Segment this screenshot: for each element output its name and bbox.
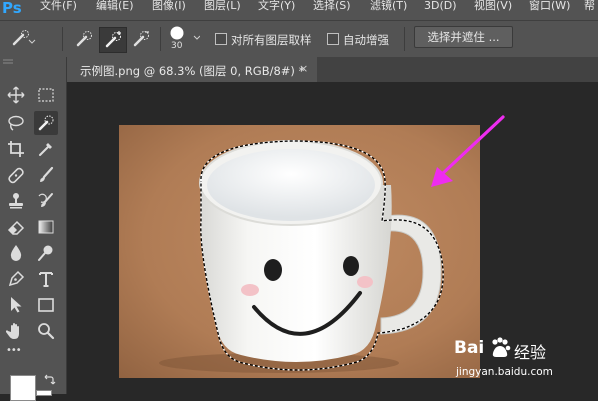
tools-panel: ••• — [0, 57, 67, 401]
mug-left-eye — [264, 259, 282, 281]
pen-tool[interactable] — [4, 267, 28, 291]
brush-icon — [40, 166, 54, 182]
healing-brush-tool[interactable] — [4, 163, 28, 187]
photoshop-logo: Ps — [2, 0, 22, 17]
quick-selection-icon — [12, 30, 36, 46]
gradient-tool[interactable] — [34, 215, 58, 239]
new-selection-button[interactable] — [72, 27, 96, 51]
healing-brush-icon — [8, 167, 24, 184]
clone-stamp-icon — [9, 193, 23, 209]
mug-right-cheek — [357, 276, 373, 288]
zoom-icon — [38, 323, 55, 340]
quick-selection-add-icon — [105, 31, 121, 48]
quick-selection-new-icon — [76, 31, 92, 47]
lasso-icon — [8, 115, 24, 131]
crop-tool[interactable] — [4, 137, 28, 161]
watermark-url: jingyan.baidu.com — [456, 366, 553, 378]
baidu-paw-icon — [492, 337, 511, 357]
background-color-swatch[interactable] — [36, 390, 52, 396]
document-tab-title: 示例图.png @ 68.3% (图层 0, RGB/8#) * — [80, 64, 305, 78]
quick-selection-tool[interactable] — [34, 111, 58, 135]
marquee-icon — [38, 88, 54, 102]
menu-image[interactable]: 图像(I) — [152, 0, 186, 12]
pen-icon — [8, 270, 25, 287]
separator — [160, 27, 161, 51]
marquee-tool[interactable] — [34, 83, 58, 107]
sample-all-layers-checkbox[interactable] — [215, 33, 227, 45]
hand-tool[interactable] — [4, 319, 28, 343]
brush-tool[interactable] — [34, 163, 58, 187]
mug-right-eye — [343, 256, 359, 276]
document-tab-bar: 示例图.png @ 68.3% (图层 0, RGB/8#) * × — [67, 57, 598, 82]
path-selection-tool[interactable] — [4, 293, 28, 317]
hand-icon — [6, 323, 19, 339]
move-tool[interactable] — [4, 83, 28, 107]
panel-collapse-icon[interactable] — [2, 59, 14, 65]
blur-tool[interactable] — [4, 241, 28, 265]
auto-enhance-label: 自动增强 — [343, 33, 389, 47]
add-to-selection-button[interactable] — [99, 27, 127, 53]
dodge-tool[interactable] — [34, 241, 58, 265]
move-icon — [7, 86, 25, 104]
foreground-color-swatch[interactable] — [10, 375, 36, 401]
quick-selection-icon — [38, 115, 54, 131]
brush-size-value: 30 — [171, 41, 183, 51]
dodge-icon — [38, 245, 53, 261]
history-brush-icon — [38, 193, 53, 207]
quick-selection-subtract-icon — [133, 31, 149, 47]
tool-preset-picker[interactable] — [10, 29, 36, 49]
separator — [62, 27, 63, 51]
menu-filter[interactable]: 滤镜(T) — [370, 0, 407, 12]
lasso-tool[interactable] — [4, 111, 28, 135]
swap-colors-icon[interactable] — [42, 373, 56, 387]
separator — [404, 27, 405, 51]
document-tab[interactable]: 示例图.png @ 68.3% (图层 0, RGB/8#) * × — [67, 57, 317, 82]
eyedropper-icon — [39, 143, 52, 156]
rectangle-tool[interactable] — [34, 293, 58, 317]
eraser-icon — [7, 220, 25, 235]
mug-left-cheek — [241, 284, 259, 296]
path-selection-icon — [11, 297, 22, 313]
more-tools-button[interactable]: ••• — [6, 345, 22, 356]
mug-inside — [207, 149, 375, 221]
annotation-arrow-icon — [431, 115, 505, 187]
menu-view[interactable]: 视图(V) — [474, 0, 512, 12]
gradient-icon — [38, 220, 54, 234]
blur-icon — [10, 245, 22, 261]
close-tab-icon[interactable]: × — [299, 62, 308, 75]
menu-file[interactable]: 文件(F) — [40, 0, 77, 12]
rectangle-icon — [38, 298, 54, 312]
menu-select[interactable]: 选择(S) — [313, 0, 351, 12]
zoom-tool[interactable] — [34, 319, 58, 343]
watermark-brand-cn: 经验 — [514, 343, 547, 362]
menu-type[interactable]: 文字(Y) — [258, 0, 295, 12]
crop-icon — [8, 141, 24, 157]
menu-help[interactable]: 帮 — [584, 0, 595, 12]
history-brush-tool[interactable] — [34, 189, 58, 213]
menu-edit[interactable]: 编辑(E) — [96, 0, 134, 12]
auto-enhance-checkbox[interactable] — [327, 33, 339, 45]
menu-layer[interactable]: 图层(L) — [204, 0, 241, 12]
clone-stamp-tool[interactable] — [4, 189, 28, 213]
subtract-from-selection-button[interactable] — [129, 27, 153, 51]
sample-all-layers-label: 对所有图层取样 — [231, 33, 312, 47]
brush-size-picker[interactable]: 30 — [166, 23, 200, 55]
select-and-mask-button[interactable]: 选择并遮住 ... — [414, 26, 513, 48]
menu-window[interactable]: 窗口(W) — [529, 0, 570, 12]
baidu-watermark: Bai 经验 jingyan.baidu.com — [452, 328, 598, 388]
menu-3d[interactable]: 3D(D) — [424, 0, 457, 12]
type-icon — [39, 272, 53, 287]
watermark-brand: Bai — [454, 338, 485, 358]
eraser-tool[interactable] — [4, 215, 28, 239]
eyedropper-tool[interactable] — [34, 137, 58, 161]
type-tool[interactable] — [34, 267, 58, 291]
menu-bar: Ps 文件(F) 编辑(E) 图像(I) 图层(L) 文字(Y) 选择(S) 滤… — [0, 0, 598, 20]
